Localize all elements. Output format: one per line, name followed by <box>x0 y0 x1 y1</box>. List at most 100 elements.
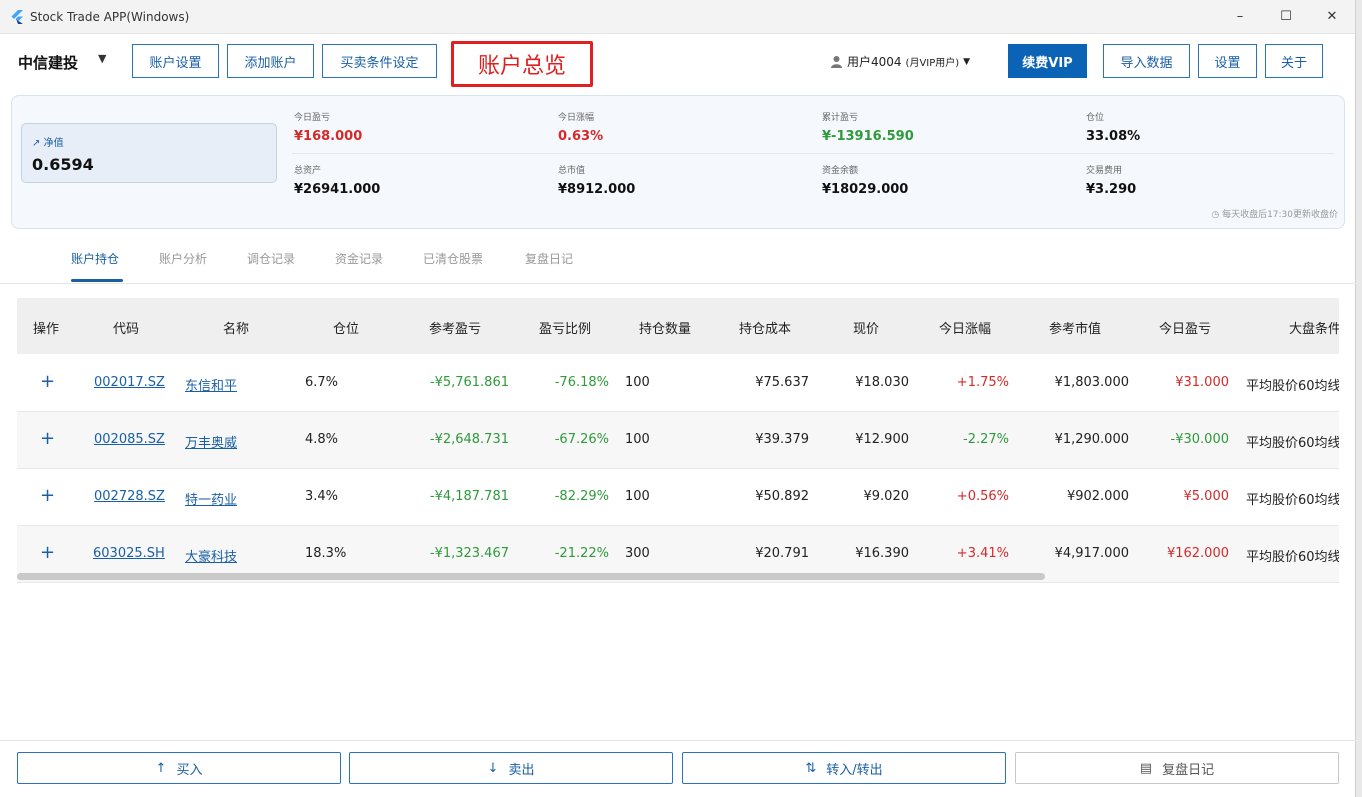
renew-vip-button[interactable]: 续费VIP <box>1008 44 1087 78</box>
market-value-cell: ¥1,290.000 <box>1054 432 1129 447</box>
header-bar: 中信建投 ▼ 账户设置 添加账户 买卖条件设定 账户总览 用户4004 (月VI… <box>0 34 1356 92</box>
pnl-cell: -¥1,323.467 <box>429 546 509 561</box>
close-button[interactable]: ✕ <box>1309 0 1355 34</box>
broker-selector[interactable]: 中信建投 <box>18 52 78 73</box>
holdings-table: 操作 代码 名称 仓位 参考盈亏 盈亏比例 持仓数量 持仓成本 现价 今日涨幅 … <box>17 298 1339 584</box>
add-icon[interactable]: + <box>40 485 55 506</box>
col-header: 持仓成本 <box>739 322 792 337</box>
stock-name-link[interactable]: 东信和平 <box>185 375 237 394</box>
table-header: 操作 代码 名称 仓位 参考盈亏 盈亏比例 持仓数量 持仓成本 现价 今日涨幅 … <box>17 298 1339 354</box>
table-row: + 002017.SZ 东信和平 6.7% -¥5,761.861 -76.18… <box>17 355 1339 412</box>
tab-closed-stocks[interactable]: 已清仓股票 <box>423 250 483 267</box>
metric-market-value: 总市值 ¥8912.000 <box>558 166 636 197</box>
add-icon[interactable]: + <box>40 428 55 449</box>
position-cell: 18.3% <box>305 546 347 561</box>
col-header: 代码 <box>113 322 140 337</box>
active-tab-indicator <box>71 279 123 282</box>
stock-name-link[interactable]: 大豪科技 <box>185 546 237 565</box>
qty-cell: 100 <box>625 432 650 447</box>
col-header: 持仓数量 <box>639 322 692 337</box>
market-value-cell: ¥1,803.000 <box>1054 375 1129 390</box>
swap-vertical-icon: ⇅ <box>805 760 817 776</box>
metric-total-pnl: 累计盈亏 ¥-13916.590 <box>822 113 914 144</box>
arrow-down-icon: ↓ <box>487 760 499 776</box>
user-tier: (月VIP用户) <box>905 58 960 69</box>
update-note: ◷ 每天收盘后17:30更新收盘价 <box>1211 210 1338 220</box>
col-header: 名称 <box>223 322 250 337</box>
col-header: 现价 <box>853 322 880 337</box>
metric-trade-fees: 交易费用 ¥3.290 <box>1086 166 1137 197</box>
settings-button[interactable]: 设置 <box>1198 44 1257 78</box>
caret-down-icon: ▼ <box>963 56 971 67</box>
col-header: 参考盈亏 <box>429 322 482 337</box>
col-header: 今日盈亏 <box>1159 322 1212 337</box>
buy-button[interactable]: ↑ 买入 <box>17 752 341 784</box>
user-menu[interactable]: 用户4004 (月VIP用户) ▼ <box>830 53 970 70</box>
price-cell: ¥18.030 <box>855 375 909 390</box>
stock-code-link[interactable]: 002728.SZ <box>94 489 165 504</box>
stock-code-link[interactable]: 002085.SZ <box>94 432 165 447</box>
horizontal-scrollbar[interactable] <box>17 573 1045 580</box>
price-cell: ¥16.390 <box>855 546 909 561</box>
import-data-button[interactable]: 导入数据 <box>1103 44 1190 78</box>
table-row: + 002728.SZ 特一药业 3.4% -¥4,187.781 -82.29… <box>17 469 1339 526</box>
qty-cell: 300 <box>625 546 650 561</box>
account-settings-button[interactable]: 账户设置 <box>132 44 219 78</box>
stock-name-link[interactable]: 万丰奥威 <box>185 432 237 451</box>
pnl-cell: -¥4,187.781 <box>429 489 509 504</box>
tab-holdings[interactable]: 账户持仓 <box>71 250 119 267</box>
col-header: 今日涨幅 <box>939 322 992 337</box>
minimize-button[interactable]: – <box>1217 0 1263 34</box>
bottom-divider <box>0 740 1356 741</box>
tab-analysis[interactable]: 账户分析 <box>159 250 207 267</box>
net-value-box: ↗ 净值 0.6594 <box>21 123 277 183</box>
cost-cell: ¥39.379 <box>755 432 809 447</box>
title-bar: Stock Trade APP(Windows) – ☐ ✕ <box>0 0 1355 34</box>
cost-cell: ¥75.637 <box>755 375 809 390</box>
pnl-cell: -¥5,761.861 <box>429 375 509 390</box>
arrow-up-icon: ↑ <box>155 760 167 776</box>
app-window: Stock Trade APP(Windows) – ☐ ✕ 中信建投 ▼ 账户… <box>0 0 1356 797</box>
today-pnl-cell: ¥5.000 <box>1183 489 1230 504</box>
qty-cell: 100 <box>625 489 650 504</box>
col-header: 参考市值 <box>1049 322 1102 337</box>
book-icon: ▤ <box>1139 760 1153 776</box>
user-icon <box>831 56 842 68</box>
tab-rebalance-records[interactable]: 调仓记录 <box>247 250 295 267</box>
qty-cell: 100 <box>625 375 650 390</box>
add-icon[interactable]: + <box>40 542 55 563</box>
col-header: 大盘条件 <box>1289 322 1339 337</box>
summary-divider <box>292 153 1334 154</box>
metric-today-pnl: 今日盈亏 ¥168.000 <box>294 113 363 144</box>
trade-conditions-button[interactable]: 买卖条件设定 <box>322 44 437 78</box>
add-icon[interactable]: + <box>40 371 55 392</box>
window-title: Stock Trade APP(Windows) <box>30 9 190 24</box>
col-header: 操作 <box>33 322 60 337</box>
market-value-cell: ¥4,917.000 <box>1054 546 1129 561</box>
tab-review-diary[interactable]: 复盘日记 <box>525 250 573 267</box>
maximize-button[interactable]: ☐ <box>1263 0 1309 34</box>
cost-cell: ¥20.791 <box>755 546 809 561</box>
stock-code-link[interactable]: 603025.SH <box>93 546 165 561</box>
col-header: 盈亏比例 <box>539 322 592 337</box>
transfer-button[interactable]: ⇅ 转入/转出 <box>682 752 1006 784</box>
stock-name-link[interactable]: 特一药业 <box>185 489 237 508</box>
sell-button[interactable]: ↓ 卖出 <box>349 752 673 784</box>
stock-code-link[interactable]: 002017.SZ <box>94 375 165 390</box>
tab-fund-records[interactable]: 资金记录 <box>335 250 383 267</box>
cost-cell: ¥50.892 <box>755 489 809 504</box>
pnl-ratio-cell: -67.26% <box>554 432 609 447</box>
caret-down-icon[interactable]: ▼ <box>98 52 106 65</box>
condition-cell: 平均股价60均线 <box>1246 379 1339 394</box>
change-cell: +0.56% <box>956 489 1009 504</box>
about-button[interactable]: 关于 <box>1265 44 1323 78</box>
col-header: 仓位 <box>333 322 360 337</box>
review-diary-button[interactable]: ▤ 复盘日记 <box>1015 752 1339 784</box>
condition-cell: 平均股价60均线 <box>1246 436 1339 451</box>
clock-icon: ◷ <box>1211 210 1220 220</box>
add-account-button[interactable]: 添加账户 <box>227 44 314 78</box>
pnl-ratio-cell: -21.22% <box>554 546 609 561</box>
condition-cell: 平均股价60均线 <box>1246 493 1339 508</box>
today-pnl-cell: -¥30.000 <box>1170 432 1229 447</box>
net-value: 0.6594 <box>32 155 94 174</box>
